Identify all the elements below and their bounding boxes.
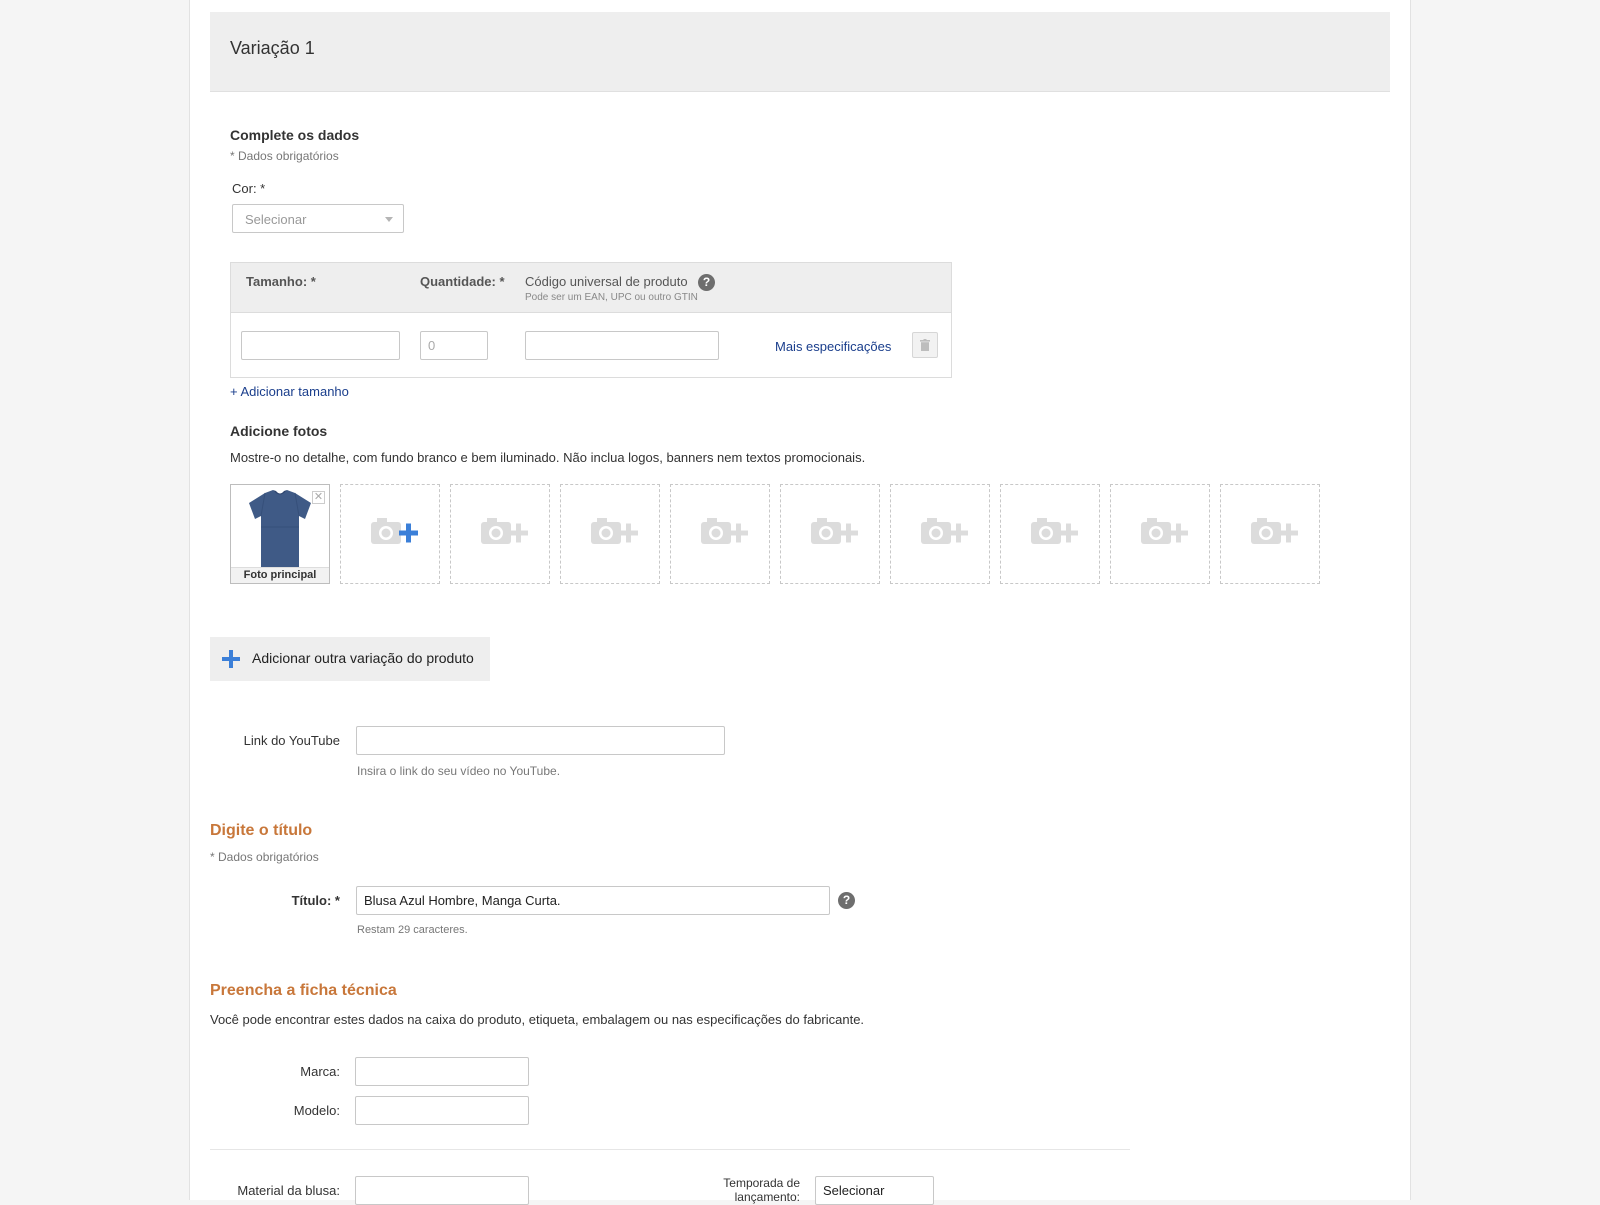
brand-input[interactable] — [355, 1057, 529, 1086]
photo-slot-5[interactable] — [780, 484, 880, 584]
brand-label: Marca: — [300, 1064, 340, 1079]
quantity-input[interactable]: 0 — [420, 331, 488, 360]
model-input[interactable] — [355, 1096, 529, 1125]
photo-slot-4[interactable] — [670, 484, 770, 584]
variation-header: Variação 1 — [210, 12, 1390, 92]
photo-slot-1[interactable] — [340, 484, 440, 584]
season-label-line2: lançamento: — [734, 1190, 800, 1204]
camera-plus-icon — [1251, 518, 1298, 544]
camera-plus-icon — [701, 518, 748, 544]
size-table: Tamanho: * Quantidade: * Código universa… — [230, 262, 952, 378]
divider — [210, 1149, 1130, 1150]
col-code-header: Código universal de produto — [525, 274, 688, 289]
color-select[interactable]: Selecionar — [232, 204, 404, 233]
camera-plus-icon — [921, 518, 968, 544]
title-char-counter: Restam 29 caracteres. — [357, 924, 468, 936]
product-code-input[interactable] — [525, 331, 719, 360]
size-table-header: Tamanho: * Quantidade: * Código universa… — [231, 263, 951, 313]
col-size-header: Tamanho: * — [246, 274, 316, 289]
photo-slot-8[interactable] — [1110, 484, 1210, 584]
title-input[interactable]: Blusa Azul Hombre, Manga Curta. — [356, 886, 830, 915]
tech-sheet-hint: Você pode encontrar estes dados na caixa… — [210, 1012, 865, 1027]
product-form-page: Variação 1 Complete os dados * Dados obr… — [189, 0, 1411, 1205]
photo-slot-6[interactable] — [890, 484, 990, 584]
camera-plus-icon — [811, 518, 858, 544]
add-variation-button[interactable]: Adicionar outra variação do produto — [210, 637, 490, 681]
photo-slot-9[interactable] — [1220, 484, 1320, 584]
camera-plus-icon — [1031, 518, 1078, 544]
variation-title: Variação 1 — [230, 38, 315, 58]
add-variation-label: Adicionar outra variação do produto — [252, 650, 474, 666]
material-label: Material da blusa: — [237, 1183, 340, 1198]
camera-plus-icon — [591, 518, 638, 544]
photos-hint: Mostre-o no detalhe, com fundo branco e … — [230, 450, 866, 465]
photo-slot-7[interactable] — [1000, 484, 1100, 584]
color-label: Cor: * — [232, 181, 266, 196]
complete-data-heading: Complete os dados — [230, 127, 360, 143]
color-select-value: Selecionar — [245, 212, 307, 227]
help-icon[interactable]: ? — [838, 892, 855, 909]
quantity-placeholder: 0 — [428, 338, 436, 353]
camera-plus-icon — [481, 518, 528, 544]
title-required-note: * Dados obrigatórios — [210, 850, 319, 864]
model-label: Modelo: — [293, 1103, 340, 1118]
photos-heading: Adicione fotos — [230, 423, 328, 439]
trash-icon — [920, 339, 930, 351]
title-label: Título: * — [291, 893, 340, 908]
add-size-link[interactable]: + Adicionar tamanho — [230, 384, 349, 399]
size-input[interactable] — [241, 331, 400, 360]
chevron-down-icon — [385, 217, 393, 222]
photo-slot-3[interactable] — [560, 484, 660, 584]
youtube-hint: Insira o link do seu vídeo no YouTube. — [357, 764, 561, 778]
youtube-input[interactable] — [356, 726, 725, 755]
season-select[interactable]: Selecionar — [815, 1176, 934, 1205]
season-label-line1: Temporada de — [723, 1176, 800, 1190]
col-code-hint: Pode ser um EAN, UPC ou outro GTIN — [525, 292, 698, 303]
main-photo[interactable]: ✕ Foto principal — [230, 484, 330, 584]
required-note: * Dados obrigatórios — [230, 149, 339, 163]
col-quantity-header: Quantidade: * — [420, 274, 505, 289]
more-specs-link[interactable]: Mais especificações — [775, 339, 891, 354]
delete-row-button[interactable] — [912, 332, 938, 358]
help-icon[interactable]: ? — [698, 274, 715, 291]
material-input[interactable] — [355, 1176, 529, 1205]
camera-plus-icon — [1141, 518, 1188, 544]
remove-photo-icon[interactable]: ✕ — [312, 491, 325, 504]
title-section-heading: Digite o título — [210, 822, 313, 839]
main-photo-caption: Foto principal — [231, 567, 329, 583]
photo-slot-2[interactable] — [450, 484, 550, 584]
youtube-label: Link do YouTube — [243, 733, 340, 748]
tech-sheet-heading: Preencha a ficha técnica — [210, 982, 397, 999]
plus-icon — [222, 650, 240, 668]
camera-plus-icon — [371, 518, 418, 544]
